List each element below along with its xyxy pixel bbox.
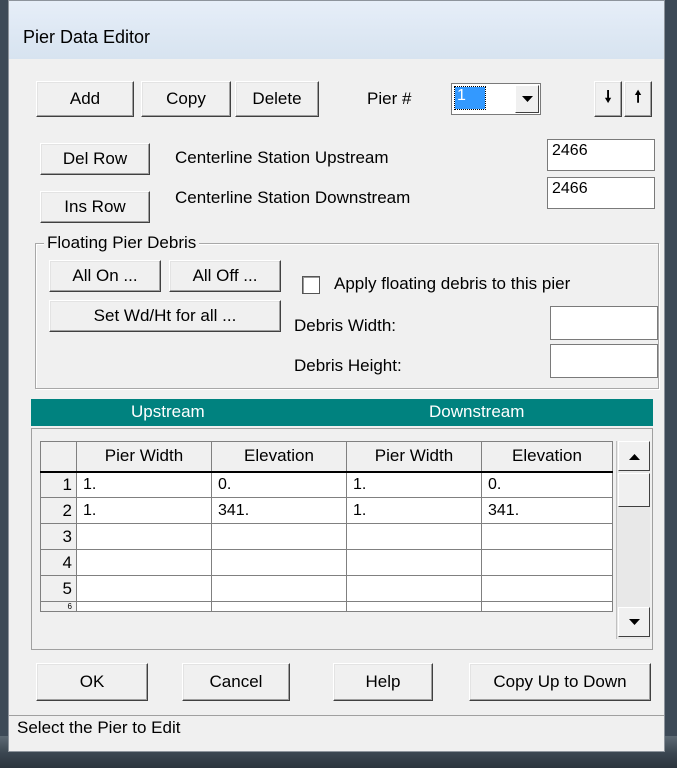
set-wd-ht-for-all-button[interactable]: Set Wd/Ht for all ...	[49, 300, 281, 332]
table-row: 5	[40, 575, 613, 602]
cancel-button[interactable]: Cancel	[182, 663, 290, 701]
table-cell[interactable]	[211, 575, 347, 602]
scroll-thumb[interactable]	[618, 473, 650, 507]
row-number[interactable]: 3	[40, 523, 77, 550]
ins-row-button[interactable]: Ins Row	[40, 191, 150, 223]
centerline-upstream-label: Centerline Station Upstream	[175, 148, 389, 167]
all-on-button[interactable]: All On ...	[49, 260, 161, 292]
pier-data-grid: Pier Width Elevation Pier Width Elevatio…	[31, 428, 653, 650]
table-cell[interactable]: 341.	[481, 497, 613, 524]
table-row: 1 1. 0. 1. 0.	[40, 471, 613, 498]
centerline-downstream-label: Centerline Station Downstream	[175, 188, 411, 207]
table-row: 6	[40, 601, 613, 612]
chevron-down-icon[interactable]	[515, 85, 539, 113]
row-number[interactable]: 1	[40, 471, 77, 498]
table-cell[interactable]	[481, 601, 613, 612]
corner-cell	[40, 441, 77, 473]
status-bar: Select the Pier to Edit	[9, 715, 664, 741]
title-bar: Pier Data Editor	[9, 1, 664, 59]
table-cell[interactable]	[76, 523, 212, 550]
debris-height-input[interactable]	[550, 344, 658, 378]
move-down-button[interactable]: 🠗	[594, 81, 622, 117]
scroll-up-button[interactable]	[618, 441, 650, 471]
arrow-down-icon: 🠗	[604, 88, 612, 106]
debris-height-label: Debris Height:	[294, 356, 402, 375]
all-off-button[interactable]: All Off ...	[169, 260, 281, 292]
help-button[interactable]: Help	[333, 663, 433, 701]
scroll-down-icon	[628, 618, 640, 625]
ok-button[interactable]: OK	[36, 663, 148, 701]
pier-number-select[interactable]: 1	[451, 83, 541, 115]
table-cell[interactable]	[481, 575, 613, 602]
downstream-header: Downstream	[429, 402, 525, 421]
scroll-up-icon	[628, 453, 640, 460]
table-cell[interactable]	[346, 523, 482, 550]
row-number[interactable]: 2	[40, 497, 77, 524]
column-header[interactable]: Elevation	[211, 441, 347, 473]
upstream-header: Upstream	[131, 402, 205, 421]
table-row: 4	[40, 549, 613, 576]
scroll-down-button[interactable]	[618, 607, 650, 637]
column-header[interactable]: Pier Width	[76, 441, 212, 473]
del-row-button[interactable]: Del Row	[40, 143, 150, 175]
table-cell[interactable]: 341.	[211, 497, 347, 524]
column-header[interactable]: Pier Width	[346, 441, 482, 473]
table-row: 2 1. 341. 1. 341.	[40, 497, 613, 524]
table-cell[interactable]	[76, 575, 212, 602]
window-title: Pier Data Editor	[23, 27, 151, 47]
floating-pier-debris-group: Floating Pier Debris All On ... All Off …	[35, 233, 659, 389]
table-cell[interactable]: 1.	[346, 471, 482, 498]
table-cell[interactable]	[211, 601, 347, 612]
table-cell[interactable]	[211, 523, 347, 550]
table-cell[interactable]	[76, 601, 212, 612]
column-header[interactable]: Elevation	[481, 441, 613, 473]
pier-number-label: Pier #	[367, 89, 412, 108]
table-cell[interactable]	[76, 549, 212, 576]
table-cell[interactable]: 0.	[211, 471, 347, 498]
delete-button[interactable]: Delete	[235, 81, 319, 117]
pier-data-table: Pier Width Elevation Pier Width Elevatio…	[40, 441, 613, 612]
apply-debris-label: Apply floating debris to this pier	[334, 274, 571, 293]
table-cell[interactable]	[346, 549, 482, 576]
apply-debris-checkbox[interactable]	[302, 276, 320, 294]
table-cell[interactable]: 1.	[76, 497, 212, 524]
copy-button[interactable]: Copy	[141, 81, 231, 117]
debris-width-label: Debris Width:	[294, 316, 397, 335]
pier-data-editor-window: Pier Data Editor Add Copy Delete Pier # …	[8, 0, 665, 752]
table-cell[interactable]	[481, 523, 613, 550]
row-number[interactable]: 5	[40, 575, 77, 602]
grid-vertical-scrollbar[interactable]	[616, 441, 650, 639]
move-up-button[interactable]: 🠕	[624, 81, 652, 117]
table-row: 3	[40, 523, 613, 550]
table-cell[interactable]: 1.	[346, 497, 482, 524]
row-number[interactable]: 4	[40, 549, 77, 576]
table-cell[interactable]: 1.	[76, 471, 212, 498]
row-number[interactable]: 6	[40, 601, 77, 612]
table-cell[interactable]	[346, 601, 482, 612]
debris-group-title: Floating Pier Debris	[44, 233, 200, 253]
debris-width-input[interactable]	[550, 306, 658, 340]
grid-header-row: Pier Width Elevation Pier Width Elevatio…	[40, 441, 613, 473]
arrow-up-icon: 🠕	[634, 88, 642, 106]
copy-up-to-down-button[interactable]: Copy Up to Down	[469, 663, 651, 701]
table-cell[interactable]: 0.	[481, 471, 613, 498]
centerline-upstream-input[interactable]: 2466	[547, 139, 655, 171]
table-cell[interactable]	[346, 575, 482, 602]
table-cell[interactable]	[481, 549, 613, 576]
pier-number-value: 1	[454, 86, 486, 110]
add-button[interactable]: Add	[36, 81, 134, 117]
table-cell[interactable]	[211, 549, 347, 576]
grid-section-header: Upstream Downstream	[31, 399, 653, 426]
centerline-downstream-input[interactable]: 2466	[547, 177, 655, 209]
